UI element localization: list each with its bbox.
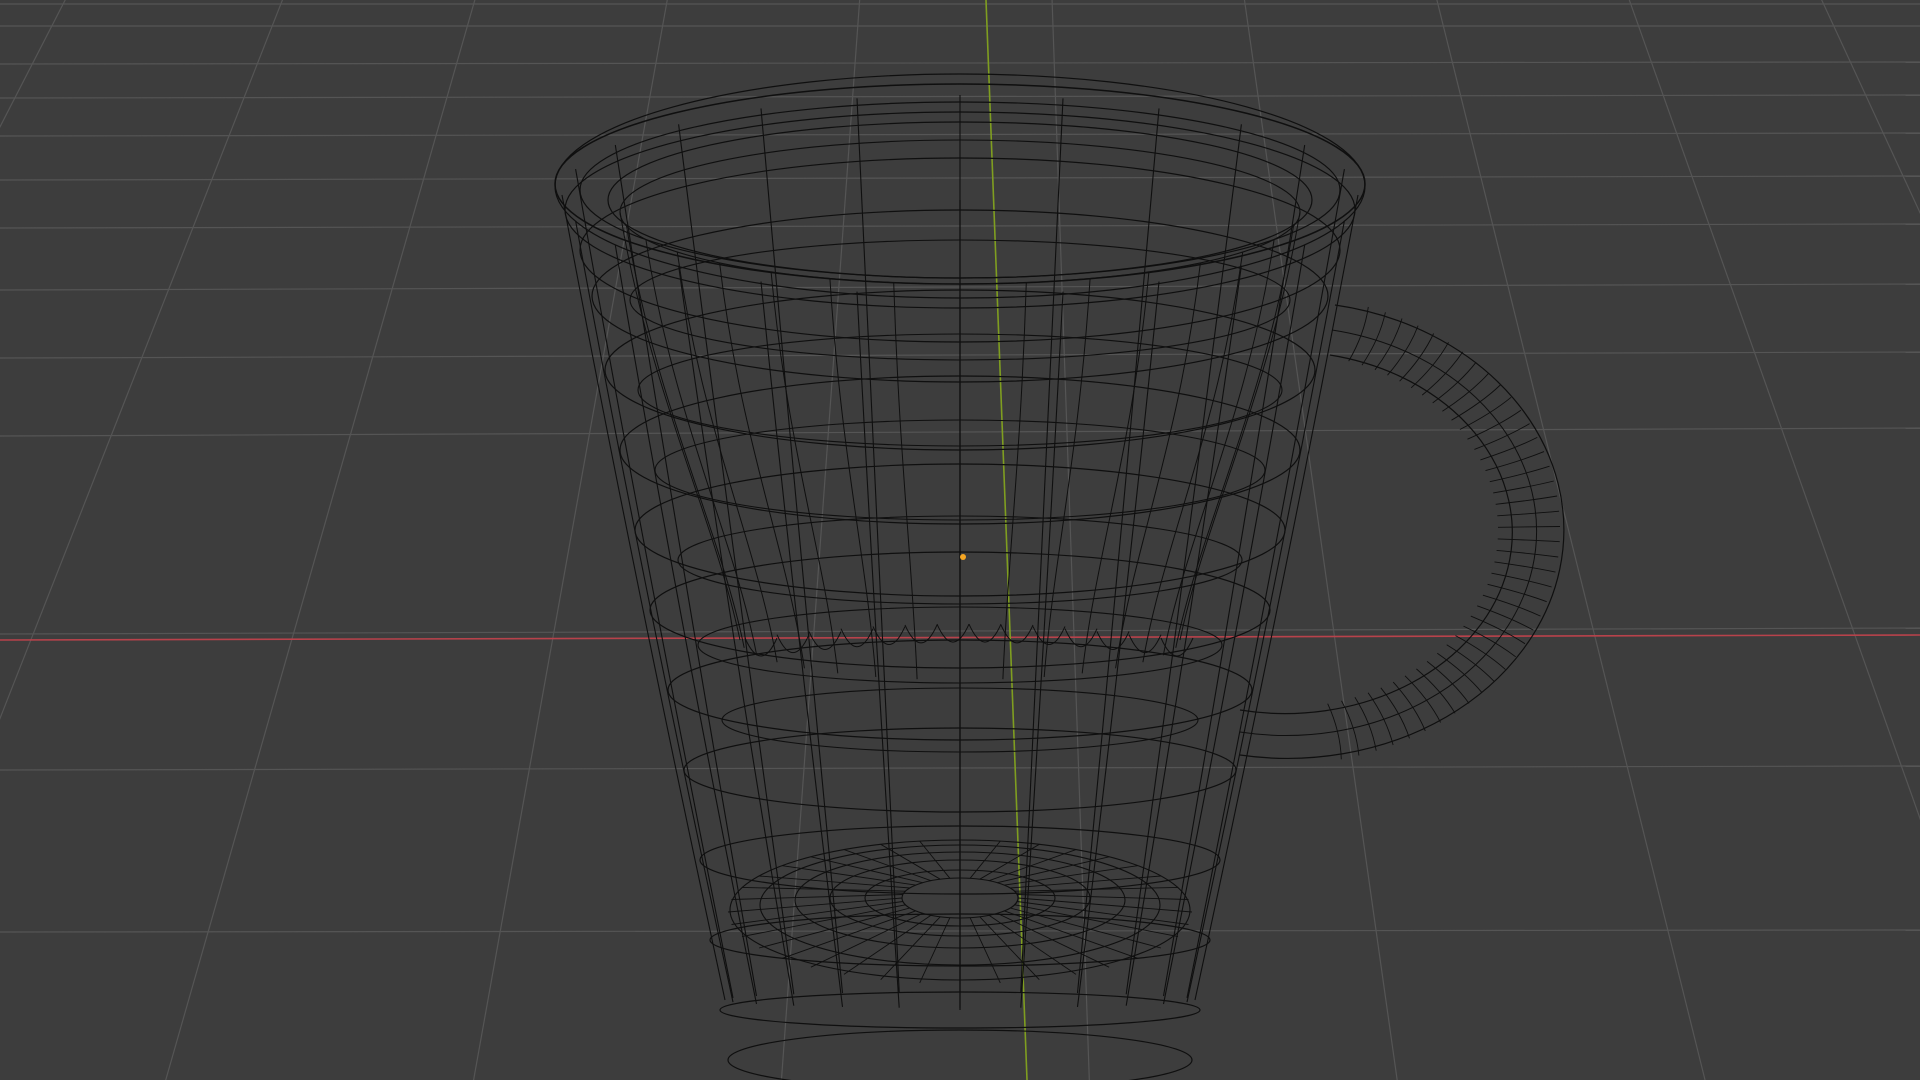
handle-segment: [1467, 409, 1522, 440]
origin-dot: [960, 554, 966, 560]
handle-segment: [1482, 594, 1541, 617]
bottom-radial: [782, 865, 916, 886]
handle-segment: [1354, 696, 1377, 751]
handle-segment: [1404, 675, 1442, 723]
handle-segment: [1451, 384, 1501, 421]
handle-segment: [1421, 351, 1464, 396]
grid-line: [0, 61, 1920, 65]
outer-profile-line: [1076, 108, 1160, 994]
grid-line: [990, 0, 1920, 1080]
mug-handle[interactable]: [1239, 304, 1565, 760]
bottom-radial: [988, 849, 1077, 882]
bottom-radial: [1004, 865, 1138, 886]
handle-segment: [1497, 538, 1560, 543]
handle-segment: [1496, 549, 1559, 558]
handle-segment: [1497, 510, 1560, 517]
grid-line: [1243, 0, 1398, 1080]
inner-profile-line: [1002, 282, 1027, 680]
handle-segment: [1367, 692, 1394, 746]
bottom-radial: [759, 875, 910, 889]
handle-segment: [1480, 436, 1538, 461]
inner-profile-line: [893, 282, 918, 680]
handle-segment: [1399, 333, 1435, 382]
outer-profile-line: [1162, 244, 1306, 1005]
handle-segment: [1493, 480, 1554, 494]
handle-segment: [1495, 495, 1558, 505]
handle-segment: [1446, 644, 1495, 682]
outer-profile-line: [760, 108, 844, 994]
outer-ring: [727, 1029, 1193, 1080]
handle-segment: [1416, 668, 1456, 714]
handle-segment: [1463, 625, 1516, 658]
handle-segment: [1489, 465, 1550, 483]
bottom-radial: [731, 894, 903, 900]
bottom-radial: [843, 849, 932, 882]
bottom-radial: [919, 917, 951, 984]
bottom-radial: [1010, 875, 1161, 889]
handle-segment: [1426, 661, 1470, 704]
outer-profile-line: [1186, 169, 1345, 999]
grid-line: [990, 0, 1920, 1080]
inner-scallop: [936, 623, 970, 643]
handle-segment: [1442, 372, 1489, 412]
handle-segment: [1494, 561, 1556, 573]
inner-profile-line: [1142, 251, 1244, 663]
inner-profile-line: [676, 251, 778, 663]
3d-viewport[interactable]: [0, 0, 1920, 1080]
outer-profile-line: [1186, 220, 1345, 1003]
handle-inner-edge: [1239, 354, 1513, 715]
viewport-scene[interactable]: [0, 0, 1920, 1080]
bottom-radial: [979, 916, 1040, 981]
handle-segment: [1437, 652, 1483, 693]
outer-profile-line: [575, 169, 734, 999]
grid-line: [165, 0, 476, 1080]
origin-point-icon[interactable]: [960, 554, 966, 560]
handle-segment: [1497, 526, 1561, 528]
handle-outer-edge: [1239, 304, 1565, 759]
handle-segment: [1491, 572, 1552, 588]
bottom-radial: [1017, 894, 1189, 900]
bottom-radial: [880, 916, 941, 981]
outer-profile-line: [575, 220, 734, 1003]
outer-profile-line: [614, 244, 758, 1005]
inner-scallop: [968, 623, 1002, 643]
grid-line: [1821, 0, 1920, 215]
bottom-radial: [969, 917, 1001, 984]
handle-segment: [1410, 342, 1449, 389]
handle-segment: [1432, 361, 1477, 404]
grid-line: [1628, 0, 1920, 821]
